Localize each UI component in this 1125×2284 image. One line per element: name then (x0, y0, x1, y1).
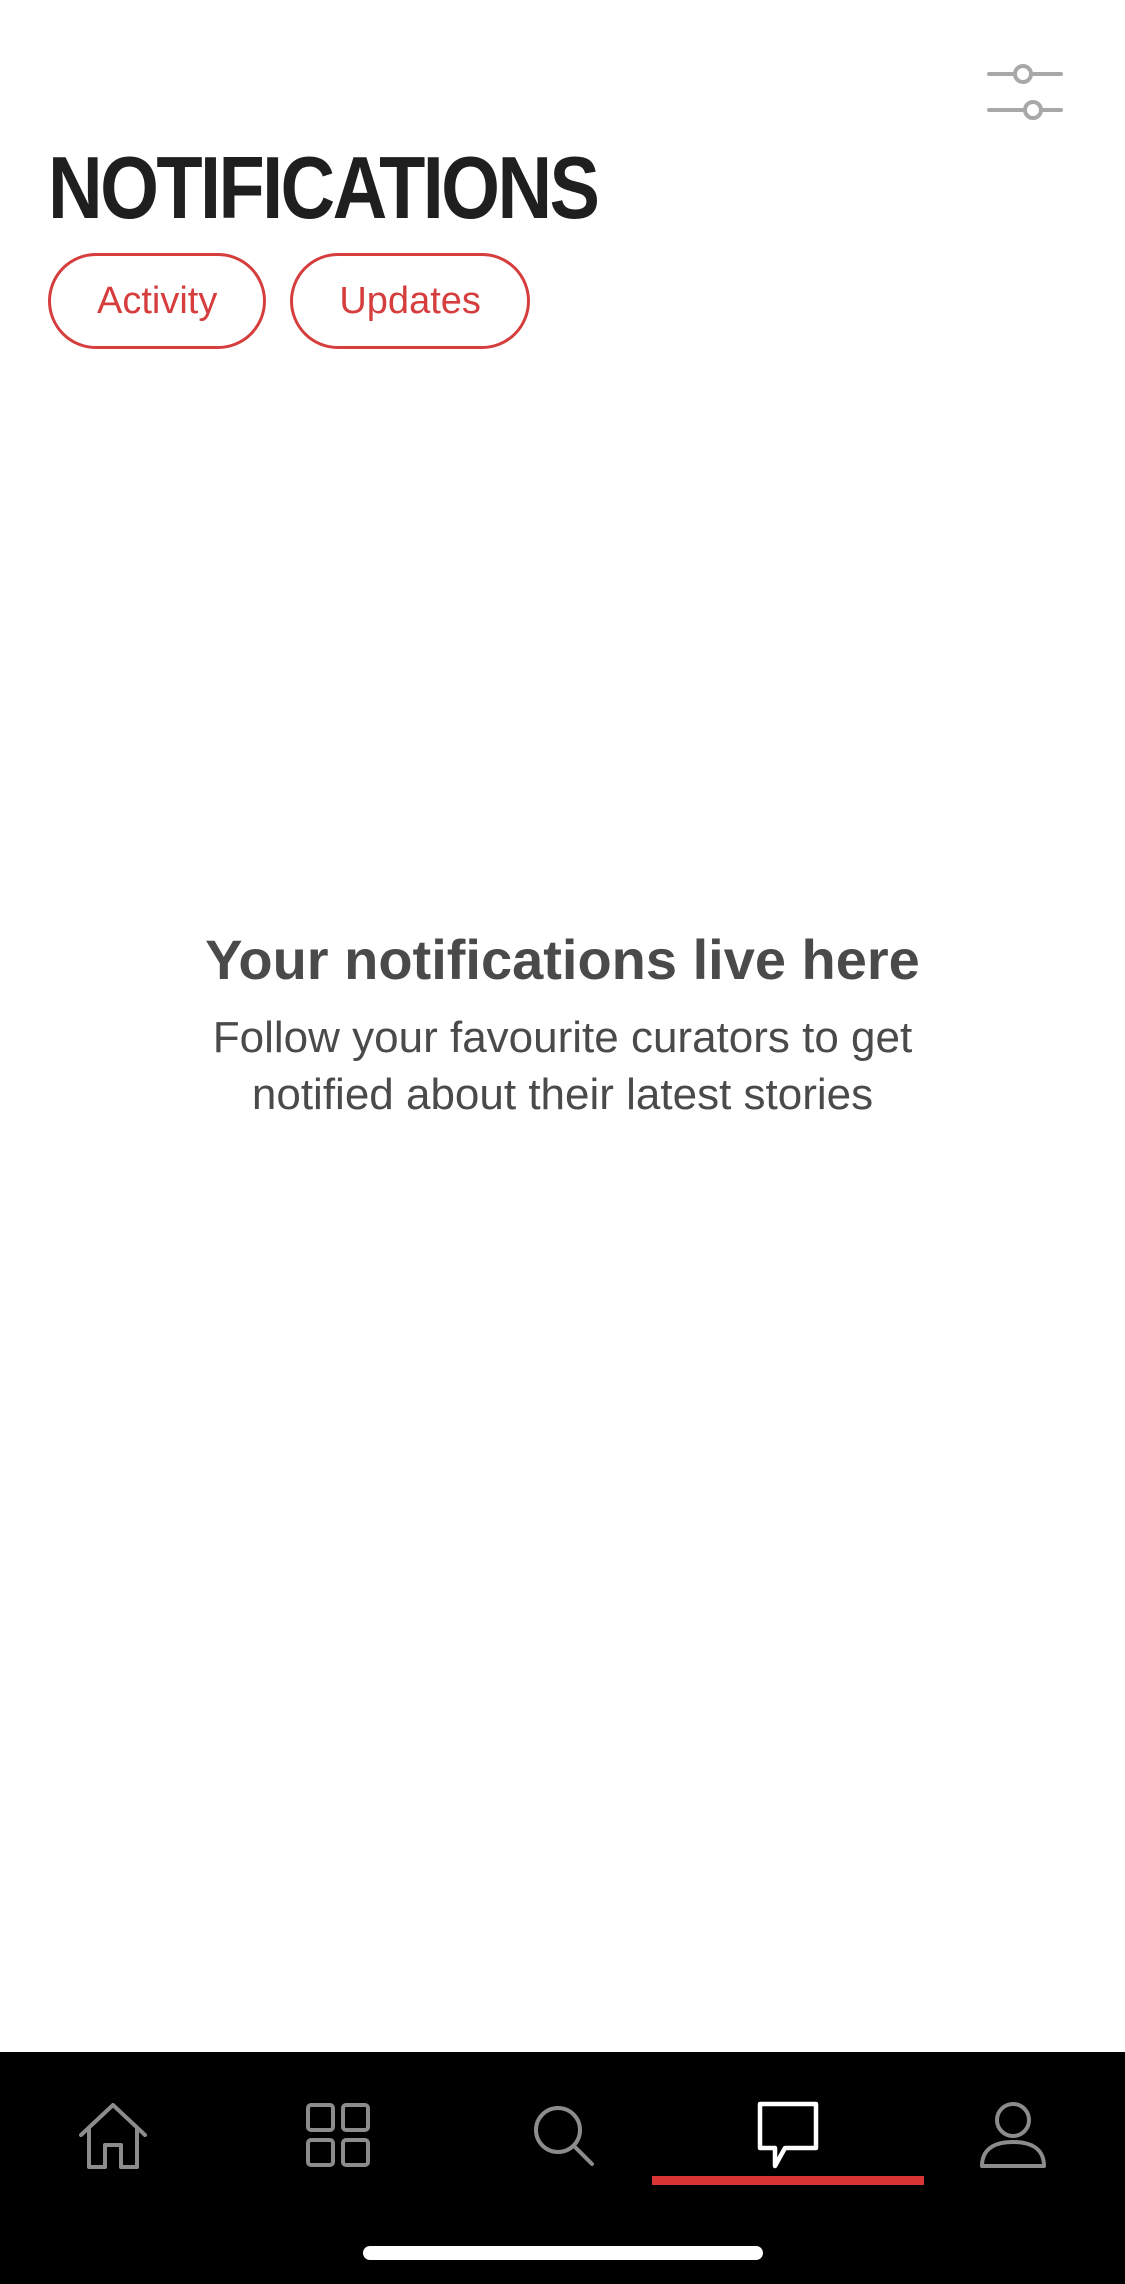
empty-state-title: Your notifications live here (205, 928, 920, 991)
notifications-screen: NOTIFICATIONS Activity Updates Your noti… (0, 0, 1125, 2284)
grid-icon (305, 2103, 370, 2167)
tab-activity[interactable]: Activity (48, 253, 267, 349)
home-indicator (363, 2246, 763, 2260)
nav-home[interactable] (0, 2052, 225, 2232)
page-title: NOTIFICATIONS (48, 138, 600, 237)
nav-browse[interactable] (225, 2052, 450, 2232)
bottom-tab-bar (0, 2052, 1125, 2284)
empty-state: Your notifications live here Follow your… (0, 925, 1125, 1123)
profile-icon (979, 2102, 1046, 2168)
sliders-icon (987, 64, 1063, 120)
tab-updates[interactable]: Updates (290, 253, 530, 349)
search-icon (533, 2106, 594, 2166)
notification-tabs: Activity Updates (48, 253, 530, 349)
filter-button[interactable] (985, 58, 1065, 126)
empty-state-description: Follow your favourite curators to get no… (212, 1013, 913, 1119)
chat-bubble-icon (757, 2101, 818, 2169)
nav-notifications[interactable] (675, 2052, 900, 2232)
nav-profile[interactable] (900, 2052, 1125, 2232)
active-tab-indicator (652, 2176, 924, 2185)
home-icon (78, 2103, 147, 2169)
nav-search[interactable] (450, 2052, 675, 2232)
